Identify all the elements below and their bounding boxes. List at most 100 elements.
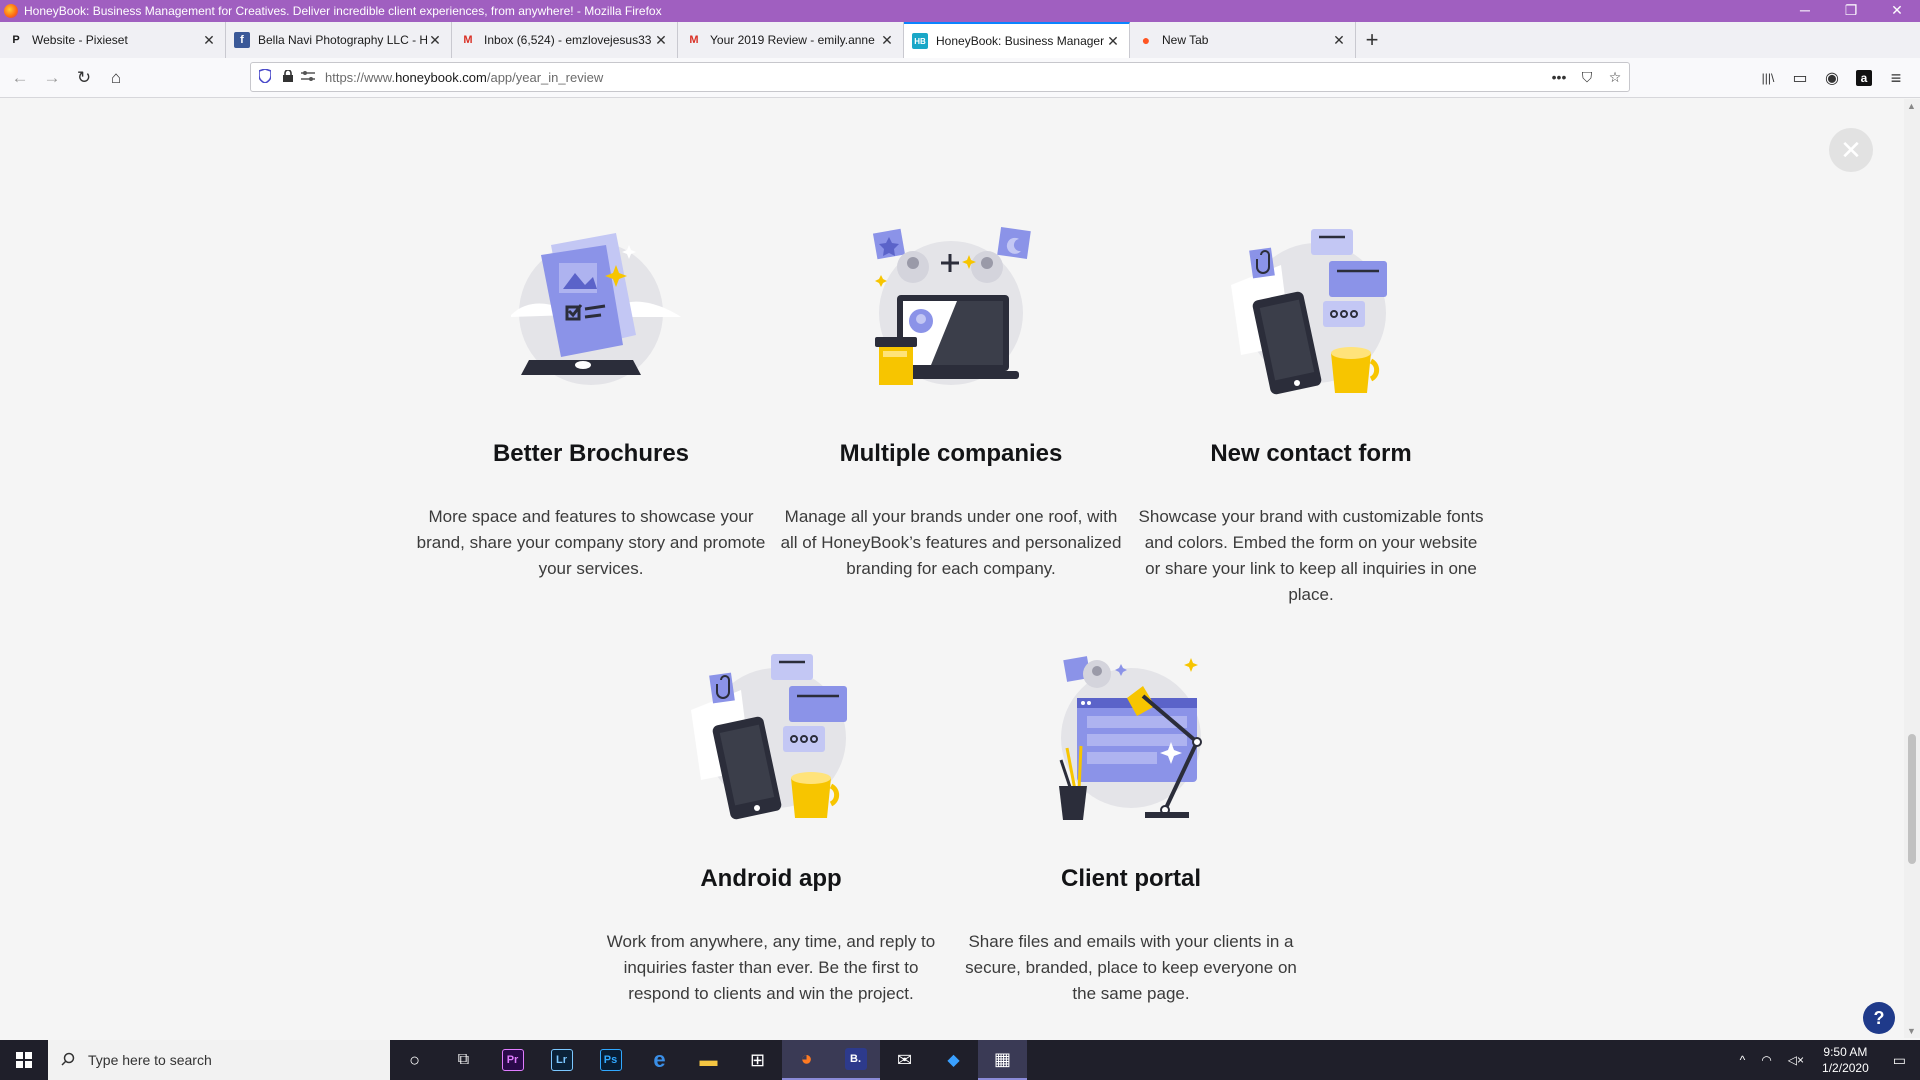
restore-button[interactable]: ❐	[1828, 0, 1874, 22]
permissions-icon[interactable]	[297, 70, 319, 84]
feature-title: Client portal	[1060, 865, 1201, 892]
search-placeholder: Type here to search	[88, 1052, 212, 1068]
file-explorer-icon[interactable]: ▬	[684, 1040, 733, 1080]
tab-strip: P Website - Pixieset ✕ f Bella Navi Phot…	[0, 22, 1920, 58]
modal-close-button[interactable]: ✕	[1829, 128, 1873, 172]
firefox-favicon-icon: ●	[1141, 32, 1151, 48]
minimize-button[interactable]: ─	[1782, 0, 1828, 22]
tab-label: Website - Pixieset	[32, 33, 128, 47]
tab-label: Bella Navi Photography LLC - H	[258, 33, 427, 47]
firefox-icon	[4, 4, 18, 18]
tab-close-icon[interactable]: ✕	[201, 32, 217, 49]
calculator-icon[interactable]: ▦	[978, 1040, 1027, 1080]
tab-label: HoneyBook: Business Manager	[936, 34, 1105, 48]
clock-time: 9:50 AM	[1823, 1045, 1868, 1059]
gmail-favicon-icon: M	[463, 34, 473, 46]
edge-icon[interactable]: e	[635, 1040, 684, 1080]
tab-close-icon[interactable]: ✕	[427, 32, 443, 49]
forward-button[interactable]: →	[36, 62, 68, 94]
tab-honeybook[interactable]: HB HoneyBook: Business Manager ✕	[904, 22, 1130, 58]
tab-label: Your 2019 Review - emily.anne	[710, 33, 875, 47]
feature-multiple-companies: Multiple companies Manage all your brand…	[776, 225, 1126, 582]
back-button[interactable]: ←	[4, 62, 36, 94]
account-icon[interactable]: ◉	[1816, 62, 1848, 94]
feature-title: Multiple companies	[839, 440, 1063, 467]
search-icon	[48, 1052, 88, 1069]
window-titlebar: HoneyBook: Business Management for Creat…	[0, 0, 1920, 22]
url-bar[interactable]: https://www.honeybook.com/app/year_in_re…	[250, 62, 1630, 92]
feature-client-portal: Client portal Share files and emails wit…	[956, 650, 1306, 1007]
url-domain: honeybook.com	[395, 69, 487, 85]
help-button[interactable]: ?	[1863, 1002, 1895, 1034]
photoshop-glyph: Ps	[599, 1049, 622, 1071]
scroll-down-icon[interactable]: ▼	[1907, 1026, 1916, 1036]
tray-chevron-icon[interactable]: ^	[1732, 1053, 1754, 1067]
feature-new-contact-form: New contact form Showcase your brand wit…	[1136, 225, 1486, 608]
bookmark-star-icon[interactable]: ☆	[1601, 69, 1629, 86]
volume-muted-icon[interactable]: ◁×	[1780, 1053, 1812, 1067]
feature-description: Share files and emails with your clients…	[965, 932, 1297, 1003]
taskbar-search-box[interactable]: Type here to search	[48, 1040, 390, 1080]
lightroom-glyph: Lr	[550, 1049, 573, 1071]
feature-description: Work from anywhere, any time, and reply …	[606, 932, 936, 1003]
photoshop-icon[interactable]: Ps	[586, 1040, 635, 1080]
feature-description: Manage all your brands under one roof, w…	[780, 507, 1122, 578]
tracking-shield-icon[interactable]	[251, 67, 279, 86]
cortana-icon[interactable]: ○	[390, 1040, 439, 1080]
hamburger-menu-icon[interactable]: ≡	[1880, 62, 1912, 94]
tab-label: New Tab	[1162, 33, 1209, 47]
notifications-icon[interactable]: ▭	[1879, 1052, 1920, 1069]
tab-gmail-review[interactable]: M Your 2019 Review - emily.anne ✕	[678, 22, 904, 58]
premiere-icon[interactable]: Pr	[488, 1040, 537, 1080]
tab-new-tab[interactable]: ● New Tab ✕	[1130, 22, 1356, 58]
network-icon[interactable]: ◠	[1753, 1053, 1779, 1067]
task-view-icon[interactable]: ⧉	[439, 1040, 488, 1080]
tab-close-icon[interactable]: ✕	[1105, 33, 1121, 50]
reload-button[interactable]: ↻	[68, 62, 100, 94]
clock[interactable]: 9:50 AM 1/2/2020	[1812, 1044, 1879, 1076]
home-button[interactable]: ⌂	[100, 62, 132, 94]
tab-close-icon[interactable]: ✕	[653, 32, 669, 49]
b-app-glyph: B.	[844, 1048, 867, 1070]
tab-close-icon[interactable]: ✕	[879, 32, 895, 49]
store-icon[interactable]: ⊞	[733, 1040, 782, 1080]
diamond-app-icon[interactable]: ◆	[929, 1040, 978, 1080]
page-actions-icon[interactable]: •••	[1545, 69, 1573, 86]
lightroom-icon[interactable]: Lr	[537, 1040, 586, 1080]
tab-gmail-inbox[interactable]: M Inbox (6,524) - emzlovejesus33 ✕	[452, 22, 678, 58]
feature-better-brochures: Better Brochures More space and features…	[416, 225, 766, 582]
client-portal-illustration-icon	[1059, 656, 1202, 820]
new-tab-button[interactable]: +	[1356, 22, 1388, 58]
tab-close-icon[interactable]: ✕	[1331, 32, 1347, 49]
navigation-toolbar: ← → ↻ ⌂ https://www.honeybook.com/app/ye…	[0, 58, 1920, 98]
scrollbar-thumb[interactable]	[1908, 734, 1916, 864]
tab-facebook[interactable]: f Bella Navi Photography LLC - H ✕	[226, 22, 452, 58]
android-app-illustration-icon	[691, 654, 847, 820]
url-text[interactable]: https://www.honeybook.com/app/year_in_re…	[319, 70, 1545, 85]
b-app-icon[interactable]: B.	[831, 1040, 880, 1080]
firefox-taskbar-icon[interactable]: ◕	[782, 1040, 831, 1080]
premiere-glyph: Pr	[501, 1049, 524, 1071]
url-prefix: https://www.	[325, 69, 396, 85]
system-tray: ^ ◠ ◁× 9:50 AM 1/2/2020 ▭	[1732, 1040, 1920, 1080]
feature-title: New contact form	[1210, 440, 1412, 467]
tab-pixieset[interactable]: P Website - Pixieset ✕	[0, 22, 226, 58]
mail-icon[interactable]: ✉	[880, 1040, 929, 1080]
contact-form-illustration-icon	[1231, 229, 1387, 395]
amazon-extension-icon[interactable]: a	[1848, 62, 1880, 94]
lock-icon[interactable]	[279, 68, 297, 85]
url-path: /app/year_in_review	[486, 69, 604, 85]
window-close-button[interactable]: ✕	[1874, 0, 1920, 22]
pixieset-favicon-icon: P	[12, 34, 20, 46]
start-button[interactable]	[0, 1040, 48, 1080]
gmail-favicon-icon: M	[689, 34, 699, 46]
vertical-scrollbar[interactable]: ▲ ▼	[1904, 99, 1920, 1038]
scroll-up-icon[interactable]: ▲	[1907, 101, 1916, 111]
facebook-favicon-icon: f	[234, 32, 250, 48]
pocket-icon[interactable]: ⛉	[1573, 69, 1601, 86]
tab-strip-filler	[1388, 22, 1920, 58]
library-icon[interactable]: |||\	[1752, 62, 1784, 94]
window-title: HoneyBook: Business Management for Creat…	[24, 4, 662, 18]
windows-taskbar: Type here to search ○ ⧉ Pr Lr Ps e ▬ ⊞ ◕…	[0, 1040, 1920, 1080]
sidebar-icon[interactable]: ▭	[1784, 62, 1816, 94]
